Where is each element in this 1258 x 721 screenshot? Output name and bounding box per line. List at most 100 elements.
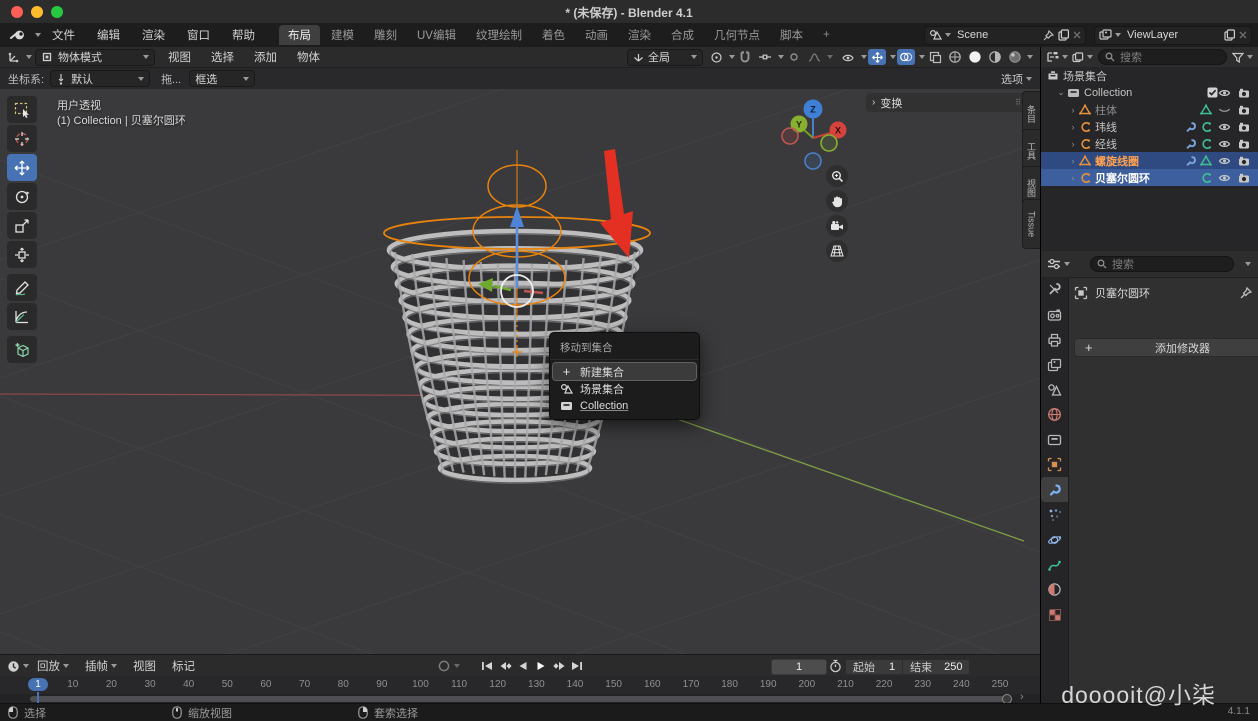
show-gizmo-button[interactable] <box>868 49 886 65</box>
xray-toggle-button[interactable] <box>926 49 944 65</box>
properties-tab-particles[interactable] <box>1041 502 1068 527</box>
shading-material-button[interactable] <box>986 49 1004 65</box>
object-name[interactable]: 经线 <box>1095 136 1117 152</box>
workspace-tab[interactable]: 渲染 <box>619 25 660 45</box>
camera-visibility-icon[interactable] <box>1238 156 1258 166</box>
collection-checkbox[interactable] <box>1207 87 1218 98</box>
timeline-menu-item[interactable]: 插帧 <box>77 658 125 674</box>
tool-move-button[interactable] <box>7 154 37 181</box>
menubar-item-3[interactable]: 窗口 <box>176 27 221 43</box>
workspace-tab[interactable]: 建模 <box>322 25 363 45</box>
scene-selector[interactable]: Scene <box>924 26 1086 45</box>
properties-tab-view-layer[interactable] <box>1041 352 1068 377</box>
workspace-tab[interactable]: 雕刻 <box>365 25 406 45</box>
start-frame-field[interactable]: 起始 1 <box>845 659 903 675</box>
camera-visibility-icon[interactable] <box>1238 139 1258 149</box>
pivot-point-button[interactable] <box>707 49 725 65</box>
workspace-tab[interactable]: 纹理绘制 <box>467 25 531 45</box>
menu-item-plus[interactable]: + 新建集合 <box>553 363 696 380</box>
shading-rendered-button[interactable] <box>1006 49 1024 65</box>
properties-tab-physics[interactable] <box>1041 527 1068 552</box>
mesh-green-icon[interactable] <box>1200 104 1212 115</box>
pin-id-icon[interactable] <box>1240 287 1252 299</box>
show-visibility-icon[interactable] <box>839 49 857 65</box>
snap-magnet-icon[interactable] <box>736 49 754 65</box>
remove-viewlayer-icon[interactable] <box>1239 31 1247 39</box>
viewport-menu-item[interactable]: 物体 <box>287 49 330 65</box>
eye-icon[interactable] <box>1218 122 1238 132</box>
camera-visibility-icon[interactable] <box>1238 88 1258 98</box>
scene-collection-row[interactable]: 场景集合 <box>1041 67 1258 84</box>
tool-annotate-button[interactable] <box>7 274 37 301</box>
menu-item-collection[interactable]: Collection <box>553 397 696 414</box>
workspace-tab[interactable]: UV编辑 <box>408 25 465 45</box>
viewport-menu-item[interactable]: 视图 <box>158 49 201 65</box>
camera-visibility-icon[interactable] <box>1238 173 1258 183</box>
outliner-object-row[interactable]: › 玮线 <box>1041 118 1258 135</box>
add-workspace-button[interactable]: + <box>814 27 839 43</box>
show-overlays-button[interactable] <box>897 49 915 65</box>
proportional-editing-icon[interactable] <box>785 49 803 65</box>
transform-orientation-dropdown[interactable]: 全局 <box>627 49 703 66</box>
panel-drag-dots[interactable]: ⠿ <box>1015 98 1022 107</box>
wrench-blue-icon[interactable] <box>1185 138 1197 150</box>
pan-view-button[interactable] <box>826 190 848 212</box>
pin-icon[interactable] <box>1043 30 1054 41</box>
expand-icon[interactable]: › <box>1067 173 1079 183</box>
jump-end-button[interactable] <box>569 658 586 673</box>
eye-icon[interactable] <box>1218 105 1238 115</box>
new-scene-icon[interactable] <box>1058 29 1069 41</box>
properties-tab-texture[interactable] <box>1041 602 1068 627</box>
wrench-blue-icon[interactable] <box>1185 155 1197 167</box>
outliner-object-row[interactable]: › 贝塞尔圆环 <box>1041 169 1258 186</box>
sidebar-tab-3[interactable]: Tissue <box>1022 199 1040 249</box>
eye-icon[interactable] <box>1218 139 1238 149</box>
object-name[interactable]: 柱体 <box>1095 102 1117 118</box>
curve-green-icon[interactable] <box>1200 121 1212 133</box>
object-name[interactable]: 螺旋线圈 <box>1095 153 1139 169</box>
outliner-editor-icon[interactable] <box>1046 51 1059 63</box>
viewlayer-selector[interactable]: ViewLayer <box>1094 26 1252 45</box>
viewport-menu-item[interactable]: 选择 <box>201 49 244 65</box>
wrench-blue-icon[interactable] <box>1185 121 1197 133</box>
menubar-item-0[interactable]: 文件 <box>41 27 86 43</box>
workspace-tab[interactable]: 合成 <box>662 25 703 45</box>
tool-box-select-button[interactable] <box>7 96 37 123</box>
scene-name[interactable]: Scene <box>957 29 1037 41</box>
unlink-scene-icon[interactable] <box>1073 31 1081 39</box>
jump-start-button[interactable] <box>479 658 496 673</box>
outliner-object-row[interactable]: › 经线 <box>1041 135 1258 152</box>
outliner-object-row[interactable]: › 柱体 <box>1041 101 1258 118</box>
drag-mode-dropdown[interactable]: 框选 <box>189 70 255 87</box>
properties-tab-material[interactable] <box>1041 577 1068 602</box>
properties-tab-world[interactable] <box>1041 402 1068 427</box>
shading-wireframe-button[interactable] <box>946 49 964 65</box>
timeline-ruler[interactable]: 1102030405060708090100110120130140150160… <box>0 676 1040 694</box>
breadcrumb-object-name[interactable]: 贝塞尔圆环 <box>1095 285 1150 301</box>
menubar-item-2[interactable]: 渲染 <box>131 27 176 43</box>
filter-icon[interactable] <box>1232 52 1244 63</box>
add-modifier-button[interactable]: + 添加修改器 <box>1074 338 1258 357</box>
properties-tab-collection[interactable] <box>1041 427 1068 452</box>
object-name[interactable]: 玮线 <box>1095 119 1117 135</box>
menubar-item-1[interactable]: 编辑 <box>86 27 131 43</box>
next-key-button[interactable] <box>551 658 568 673</box>
properties-options-chevron[interactable] <box>1245 262 1251 266</box>
prev-key-button[interactable] <box>497 658 514 673</box>
properties-tab-modifiers[interactable] <box>1041 477 1068 502</box>
properties-search-input[interactable]: 搜索 <box>1090 256 1234 272</box>
scrollbar-handle[interactable] <box>30 696 1008 702</box>
end-frame-field[interactable]: 结束 250 <box>903 659 970 675</box>
current-frame-field[interactable]: 1 <box>771 659 827 675</box>
expand-icon[interactable]: › <box>1067 139 1079 149</box>
blender-logo-icon[interactable] <box>10 28 26 42</box>
timeline-menu-item[interactable]: 回放 <box>29 658 77 674</box>
coord-system-dropdown[interactable]: 默认 <box>50 70 150 87</box>
viewlayer-name[interactable]: ViewLayer <box>1127 29 1218 41</box>
menu-item-scene[interactable]: 场景集合 <box>553 380 696 397</box>
snap-with-button[interactable] <box>756 49 774 65</box>
zoom-view-button[interactable] <box>826 165 848 187</box>
timeline-menu-item[interactable]: 标记 <box>164 658 203 674</box>
collection-expand-icon[interactable]: ⌄ <box>1055 87 1067 98</box>
prev-frame-button[interactable] <box>515 658 532 673</box>
